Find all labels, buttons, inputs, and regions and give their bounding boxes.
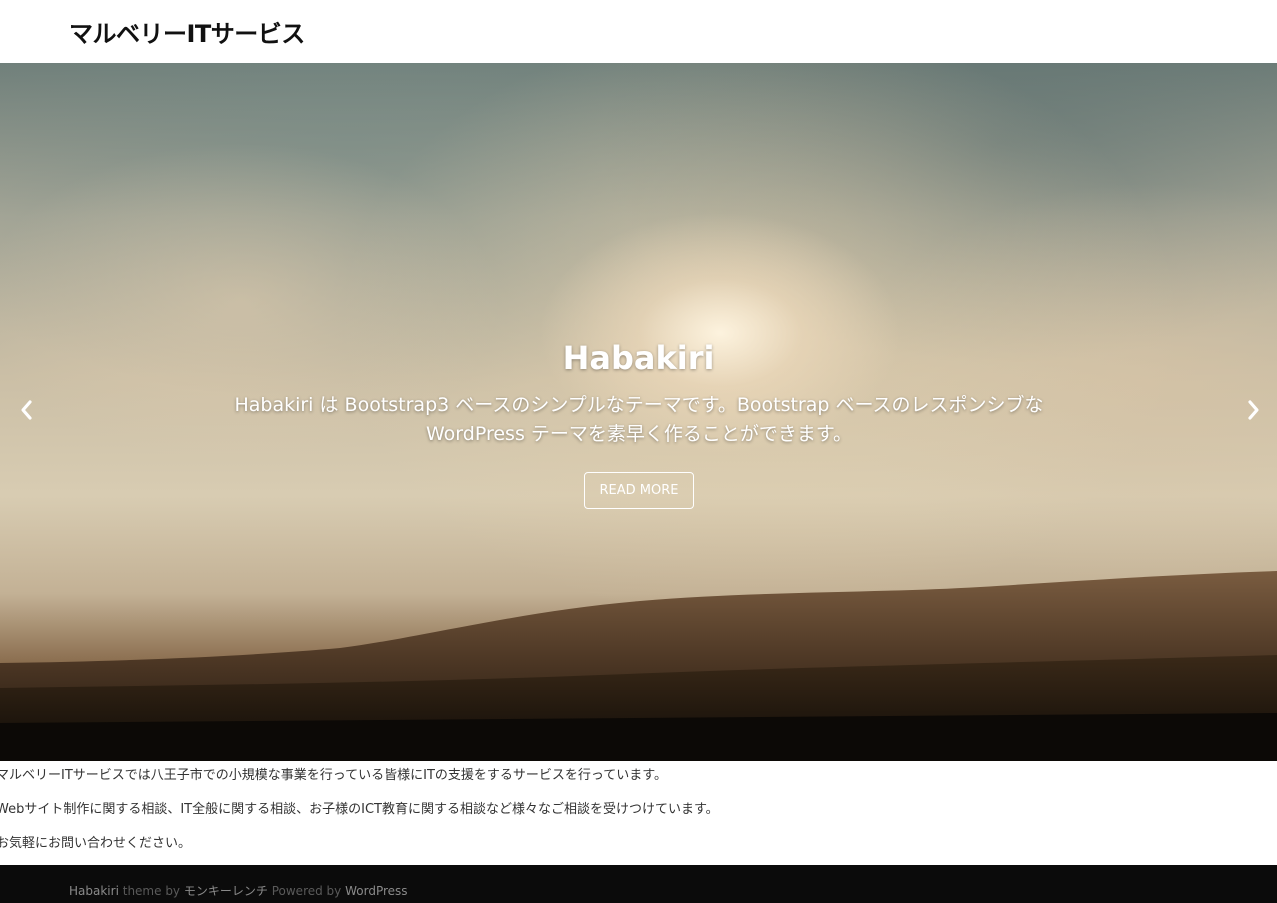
site-footer: Habakiri theme by モンキーレンチ Powered by Wor… xyxy=(0,865,1277,903)
chevron-left-icon xyxy=(21,400,32,420)
contact-paragraph: お気軽にお問い合わせください。 xyxy=(0,836,192,851)
intro-paragraph: マルベリーITサービスでは八王子市での小規模な事業を行っている皆様にITの支援を… xyxy=(0,768,667,783)
footer-credits: Habakiri theme by モンキーレンチ Powered by Wor… xyxy=(69,882,408,899)
site-header: マルベリーITサービス xyxy=(0,0,1277,63)
slide-title: Habakiri xyxy=(562,339,715,377)
theme-link[interactable]: Habakiri xyxy=(69,884,119,898)
site-title[interactable]: マルベリーITサービス xyxy=(69,14,305,49)
slide-description: Habakiri は Bootstrap3 ベースのシンプルなテーマです。Boo… xyxy=(234,394,1044,445)
hero-slider: Habakiri Habakiri は Bootstrap3 ベースのシンプルな… xyxy=(0,63,1277,761)
read-more-button[interactable]: READ MORE xyxy=(584,472,694,509)
chevron-right-icon xyxy=(1248,400,1259,420)
author-link[interactable]: モンキーレンチ xyxy=(184,884,268,898)
slider-prev-button[interactable] xyxy=(12,395,42,425)
slider-next-button[interactable] xyxy=(1238,395,1268,425)
theme-by-label: theme by xyxy=(122,884,181,898)
wordpress-link[interactable]: WordPress xyxy=(345,884,407,898)
powered-by-label: Powered by xyxy=(271,884,342,898)
services-paragraph: Webサイト制作に関する相談、IT全般に関する相談、お子様のICT教育に関する相… xyxy=(0,802,719,817)
slide-caption: Habakiri Habakiri は Bootstrap3 ベースのシンプルな… xyxy=(0,63,1277,761)
